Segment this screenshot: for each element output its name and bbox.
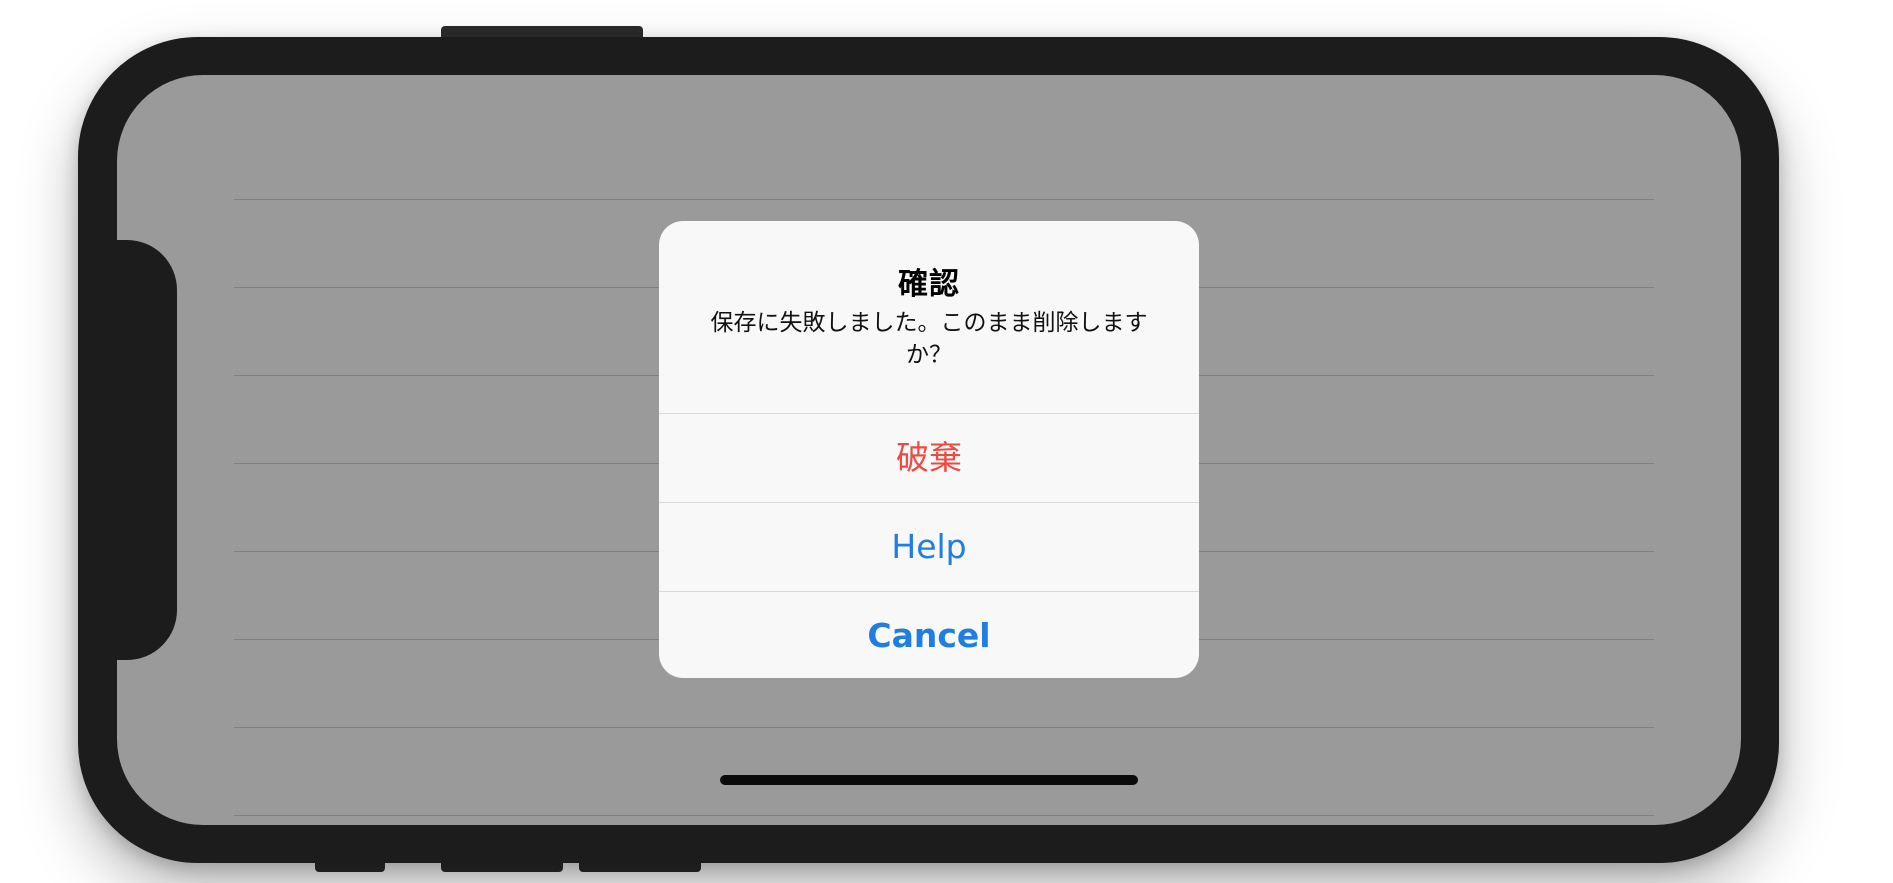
alert-header: 確認 保存に失敗しました。このまま削除しますか？ — [659, 221, 1199, 413]
table-row-separator — [234, 727, 1654, 728]
home-indicator[interactable] — [720, 775, 1138, 785]
table-row-separator — [234, 815, 1654, 816]
alert-title: 確認 — [898, 267, 960, 302]
table-row-separator — [234, 199, 1654, 200]
sensor-notch — [117, 240, 177, 660]
help-button[interactable]: Help — [659, 503, 1199, 591]
alert-dialog: 確認 保存に失敗しました。このまま削除しますか？ 破棄 Help Cancel — [659, 221, 1199, 678]
discard-button[interactable]: 破棄 — [659, 414, 1199, 502]
alert-message: 保存に失敗しました。このまま削除しますか？ — [710, 310, 1148, 368]
cancel-button[interactable]: Cancel — [659, 592, 1199, 678]
device-stage: 確認 保存に失敗しました。このまま削除しますか？ 破棄 Help Cancel — [0, 0, 1893, 883]
